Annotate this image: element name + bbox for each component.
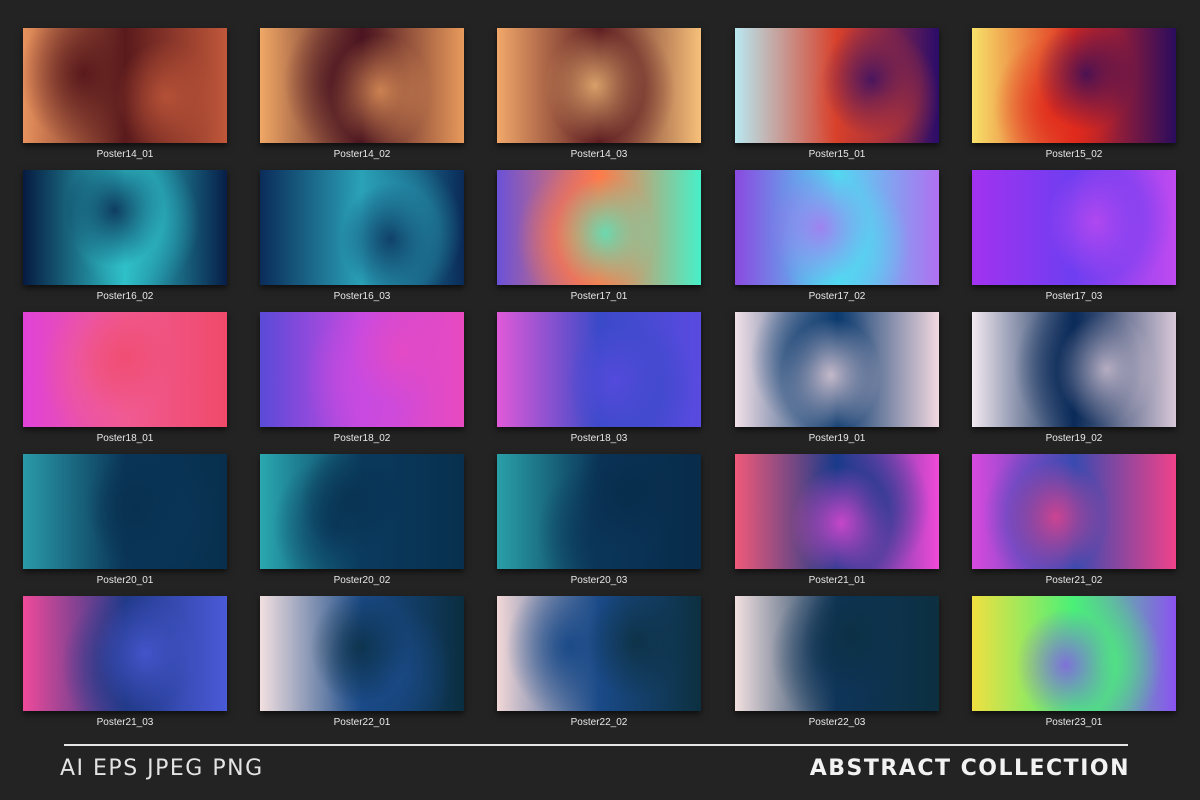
- poster-label: Poster18_03: [570, 433, 628, 444]
- poster-tile[interactable]: Poster15_02: [972, 28, 1176, 162]
- poster-label: Poster17_03: [1045, 291, 1103, 302]
- poster-label: Poster15_02: [1045, 149, 1103, 160]
- poster-tile[interactable]: Poster23_01: [972, 596, 1176, 730]
- poster-thumbnail[interactable]: [260, 28, 464, 143]
- poster-tile[interactable]: Poster16_03: [260, 170, 464, 304]
- poster-tile[interactable]: Poster19_01: [735, 312, 939, 446]
- poster-thumbnail[interactable]: [972, 596, 1176, 711]
- poster-thumbnail[interactable]: [497, 170, 701, 285]
- poster-thumbnail[interactable]: [497, 312, 701, 427]
- poster-label: Poster16_02: [96, 291, 154, 302]
- poster-tile[interactable]: Poster20_01: [23, 454, 227, 588]
- poster-thumbnail[interactable]: [972, 312, 1176, 427]
- poster-thumbnail[interactable]: [497, 596, 701, 711]
- poster-label: Poster22_02: [570, 717, 628, 728]
- poster-tile[interactable]: Poster17_03: [972, 170, 1176, 304]
- file-formats: AI EPS JPEG PNG: [60, 756, 264, 781]
- poster-label: Poster16_03: [333, 291, 391, 302]
- poster-label: Poster17_02: [808, 291, 866, 302]
- poster-thumbnail[interactable]: [23, 312, 227, 427]
- poster-thumbnail[interactable]: [735, 312, 939, 427]
- poster-tile[interactable]: Poster19_02: [972, 312, 1176, 446]
- poster-grid: Poster14_01 Poster14_02 Poster14_03 Poster1…: [0, 0, 1200, 728]
- poster-thumbnail[interactable]: [23, 28, 227, 143]
- poster-label: Poster22_01: [333, 717, 391, 728]
- poster-thumbnail[interactable]: [497, 454, 701, 569]
- poster-tile[interactable]: Poster15_01: [735, 28, 939, 162]
- poster-thumbnail[interactable]: [735, 170, 939, 285]
- poster-label: Poster14_01: [96, 149, 154, 160]
- poster-thumbnail[interactable]: [260, 454, 464, 569]
- poster-tile[interactable]: Poster14_01: [23, 28, 227, 162]
- poster-tile[interactable]: Poster17_02: [735, 170, 939, 304]
- poster-label: Poster19_02: [1045, 433, 1103, 444]
- poster-tile[interactable]: Poster21_01: [735, 454, 939, 588]
- poster-tile[interactable]: Poster16_02: [23, 170, 227, 304]
- poster-thumbnail[interactable]: [735, 596, 939, 711]
- poster-thumbnail[interactable]: [23, 596, 227, 711]
- poster-label: Poster14_03: [570, 149, 628, 160]
- poster-thumbnail[interactable]: [260, 596, 464, 711]
- poster-label: Poster19_01: [808, 433, 866, 444]
- poster-thumbnail[interactable]: [260, 312, 464, 427]
- poster-thumbnail[interactable]: [735, 454, 939, 569]
- poster-label: Poster21_01: [808, 575, 866, 586]
- poster-tile[interactable]: Poster20_02: [260, 454, 464, 588]
- poster-tile[interactable]: Poster14_03: [497, 28, 701, 162]
- poster-thumbnail[interactable]: [972, 454, 1176, 569]
- poster-label: Poster20_03: [570, 575, 628, 586]
- poster-tile[interactable]: Poster18_01: [23, 312, 227, 446]
- poster-thumbnail[interactable]: [23, 170, 227, 285]
- poster-label: Poster18_01: [96, 433, 154, 444]
- poster-label: Poster18_02: [333, 433, 391, 444]
- footer-divider: [64, 744, 1128, 746]
- poster-tile[interactable]: Poster22_03: [735, 596, 939, 730]
- poster-thumbnail[interactable]: [260, 170, 464, 285]
- poster-label: Poster17_01: [570, 291, 628, 302]
- poster-thumbnail[interactable]: [497, 28, 701, 143]
- poster-label: Poster21_02: [1045, 575, 1103, 586]
- poster-label: Poster21_03: [96, 717, 154, 728]
- poster-label: Poster20_02: [333, 575, 391, 586]
- poster-thumbnail[interactable]: [972, 28, 1176, 143]
- poster-thumbnail[interactable]: [23, 454, 227, 569]
- poster-tile[interactable]: Poster18_02: [260, 312, 464, 446]
- poster-label: Poster20_01: [96, 575, 154, 586]
- poster-tile[interactable]: Poster17_01: [497, 170, 701, 304]
- poster-label: Poster22_03: [808, 717, 866, 728]
- poster-tile[interactable]: Poster14_02: [260, 28, 464, 162]
- poster-label: Poster23_01: [1045, 717, 1103, 728]
- poster-tile[interactable]: Poster22_01: [260, 596, 464, 730]
- poster-thumbnail[interactable]: [972, 170, 1176, 285]
- poster-tile[interactable]: Poster21_02: [972, 454, 1176, 588]
- poster-tile[interactable]: Poster18_03: [497, 312, 701, 446]
- poster-tile[interactable]: Poster22_02: [497, 596, 701, 730]
- collection-title: ABSTRACT COLLECTION: [809, 756, 1130, 781]
- poster-tile[interactable]: Poster21_03: [23, 596, 227, 730]
- poster-label: Poster14_02: [333, 149, 391, 160]
- poster-label: Poster15_01: [808, 149, 866, 160]
- poster-thumbnail[interactable]: [735, 28, 939, 143]
- poster-tile[interactable]: Poster20_03: [497, 454, 701, 588]
